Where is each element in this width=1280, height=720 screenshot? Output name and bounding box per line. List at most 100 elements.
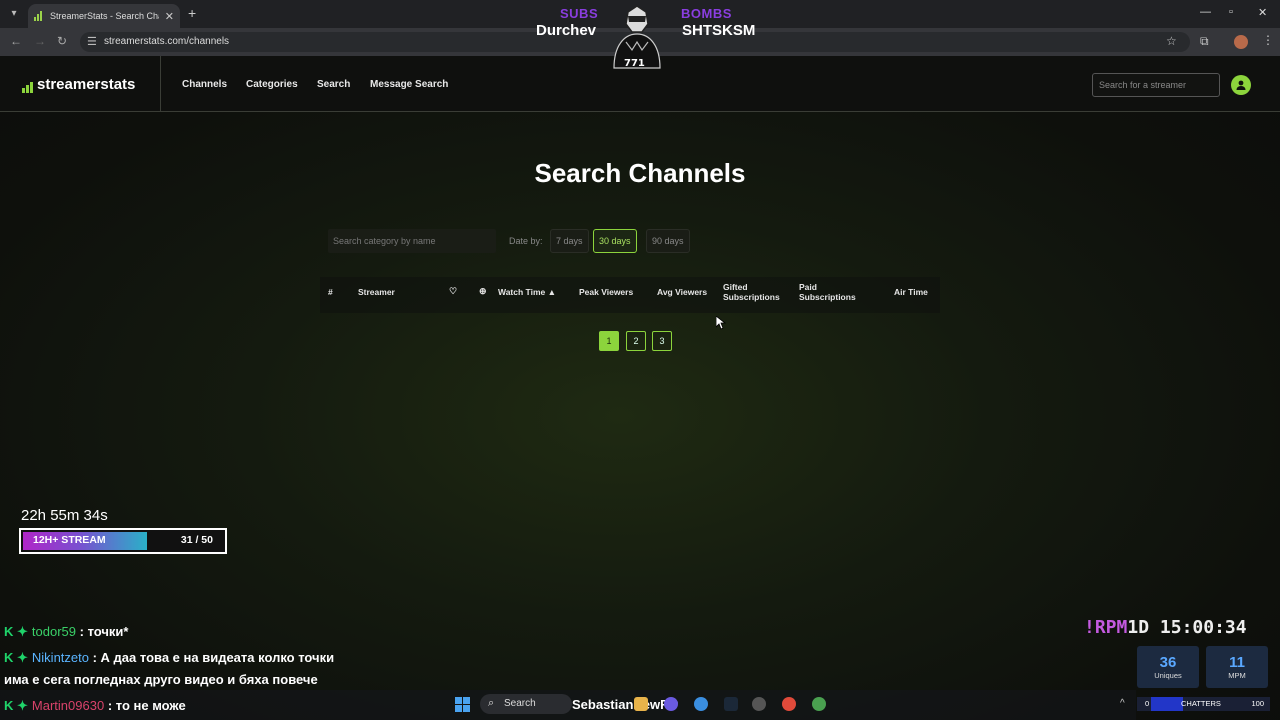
site-logo[interactable]: streamerstats <box>22 76 135 93</box>
chat-text: : точки* <box>79 624 129 639</box>
bookmark-star-icon[interactable]: ☆ <box>1166 34 1177 48</box>
window-close-icon[interactable]: ✕ <box>1258 6 1267 19</box>
chatters-fill <box>1151 697 1183 711</box>
restore-icon[interactable]: ▫ <box>1229 6 1233 18</box>
minimize-icon[interactable]: — <box>1200 6 1211 18</box>
col-avg-viewers[interactable]: Avg Viewers <box>657 287 707 297</box>
chat-badge-icon: K ✦ <box>4 624 28 639</box>
file-explorer-icon[interactable] <box>634 697 648 711</box>
bombs-name: SHTSKSM <box>682 22 756 39</box>
col-paid-line1: Paid <box>799 282 817 292</box>
tab-close-icon[interactable]: ✕ <box>165 10 174 23</box>
col-peak-viewers[interactable]: Peak Viewers <box>579 287 633 297</box>
tab-search-dropdown-icon[interactable]: ▾ <box>6 6 22 22</box>
logo-bars-icon <box>22 82 33 93</box>
col-gifted-line2: Subscriptions <box>723 292 780 302</box>
site-info-icon[interactable]: ☰ <box>87 35 97 48</box>
chatters-bar: 0 CHATTERS 100 <box>1137 697 1270 711</box>
chat-badge-icon: K ✦ <box>4 698 28 713</box>
page-2-button[interactable]: 2 <box>626 331 646 351</box>
chatters-label: CHATTERS <box>1181 699 1221 708</box>
nav-channels[interactable]: Channels <box>182 79 227 90</box>
date-7-days-button[interactable]: 7 days <box>550 229 589 253</box>
nav-categories[interactable]: Categories <box>246 79 298 90</box>
subs-label: SUBS <box>560 6 599 21</box>
obs-icon[interactable] <box>752 697 766 711</box>
back-icon[interactable]: ← <box>10 34 22 48</box>
chat-user: Martin09630 <box>31 698 105 713</box>
clock-day: 1D <box>1127 617 1150 638</box>
clock-prefix: !RPM <box>1084 617 1128 638</box>
col-streamer[interactable]: Streamer <box>358 287 395 297</box>
stream-goal-bar: 12H+ STREAM 31 / 50 <box>19 528 227 554</box>
tray-chevron-icon[interactable]: ^ <box>1120 698 1134 712</box>
category-search-input[interactable]: Search category by name <box>328 229 496 253</box>
profile-avatar[interactable] <box>1234 35 1248 49</box>
windows-start-icon[interactable] <box>455 697 470 712</box>
chat-text: : А даа това е на видеата колко точки <box>92 650 335 665</box>
date-30-days-button[interactable]: 30 days <box>593 229 637 253</box>
col-gifted-subs[interactable]: Gifted Subscriptions <box>723 282 780 302</box>
reload-icon[interactable]: ↻ <box>57 34 67 48</box>
chat-user: Nikintzeto <box>31 650 89 665</box>
col-language-globe-icon[interactable]: ⊕ <box>479 286 487 296</box>
streamerstats-favicon-icon <box>34 11 44 21</box>
chat-message: K ✦ Martin09630 : то не може <box>4 698 186 714</box>
chat-message: K ✦ Nikintzeto : А даа това е на видеата … <box>4 650 334 666</box>
chatters-max: 100 <box>1251 699 1264 708</box>
tab-title: StreamerStats - Search Channels <box>50 11 159 21</box>
mpm-widget: 11 MPM <box>1206 646 1268 688</box>
address-url: streamerstats.com/channels <box>104 36 230 47</box>
date-by-label: Date by: <box>509 236 543 246</box>
mpm-label: MPM <box>1228 671 1246 680</box>
col-favorite-heart-icon[interactable]: ♡ <box>449 286 457 296</box>
chrome-icon[interactable] <box>782 697 796 711</box>
chat-badge-icon: K ✦ <box>4 650 28 665</box>
bombs-label: BOMBS <box>681 6 732 21</box>
forward-icon[interactable]: → <box>34 34 46 48</box>
col-gifted-line1: Gifted <box>723 282 748 292</box>
col-paid-subs[interactable]: Paid Subscriptions <box>799 282 856 302</box>
col-rank[interactable]: # <box>328 287 333 297</box>
extensions-icon[interactable]: ⧉ <box>1200 34 1209 49</box>
logo-text: streamerstats <box>37 76 136 93</box>
taskbar-search[interactable]: ⌕ Search <box>480 694 572 714</box>
chat-text: има е сега погледнах друго видео и бяха … <box>4 672 318 687</box>
page-title: Search Channels <box>534 158 746 188</box>
goal-label: 12H+ STREAM <box>33 534 106 546</box>
chat-user: todor59 <box>31 624 76 639</box>
uniques-label: Uniques <box>1154 671 1182 680</box>
discord-icon[interactable] <box>664 697 678 711</box>
steam-icon[interactable] <box>724 697 738 711</box>
goal-count: 31 / 50 <box>180 534 213 546</box>
taskbar-search-label: Search <box>504 698 536 709</box>
stream-clock: !RPM1D 15:00:34 <box>1084 617 1247 638</box>
chatters-min: 0 <box>1145 699 1150 708</box>
browser-tab[interactable]: StreamerStats - Search Channels ✕ <box>28 4 180 28</box>
chat-message-continued: има е сега погледнах друго видео и бяха … <box>4 672 318 687</box>
streamer-search-input[interactable]: Search for a streamer <box>1092 73 1220 97</box>
page-3-button[interactable]: 3 <box>652 331 672 351</box>
nav-search[interactable]: Search <box>317 79 350 90</box>
mouse-cursor-icon <box>716 316 726 330</box>
user-account-icon[interactable] <box>1231 75 1251 95</box>
header-divider <box>160 56 161 112</box>
chat-message: K ✦ todor59 : точки* <box>4 624 128 640</box>
col-paid-line2: Subscriptions <box>799 292 856 302</box>
screen: ▾ StreamerStats - Search Channels ✕ + — … <box>0 0 1280 720</box>
stream-timer: 22h 55m 34s <box>21 507 108 524</box>
subs-name: Durchev <box>536 22 597 39</box>
streamer-name-overlay: SebastianNewRP <box>572 697 679 712</box>
chrome-profile-icon[interactable] <box>812 697 826 711</box>
chat-text: : то не може <box>107 698 186 713</box>
browser-menu-icon[interactable]: ⋮ <box>1262 33 1274 47</box>
mpm-value: 11 <box>1229 654 1245 671</box>
mascot-number: 771 <box>624 58 645 69</box>
page-1-button[interactable]: 1 <box>599 331 619 351</box>
nav-message-search[interactable]: Message Search <box>370 79 448 90</box>
new-tab-icon[interactable]: + <box>188 5 196 21</box>
date-90-days-button[interactable]: 90 days <box>646 229 690 253</box>
col-watch-time[interactable]: Watch Time ▲ <box>498 287 556 297</box>
col-air-time[interactable]: Air Time <box>894 287 928 297</box>
edge-icon[interactable] <box>694 697 708 711</box>
